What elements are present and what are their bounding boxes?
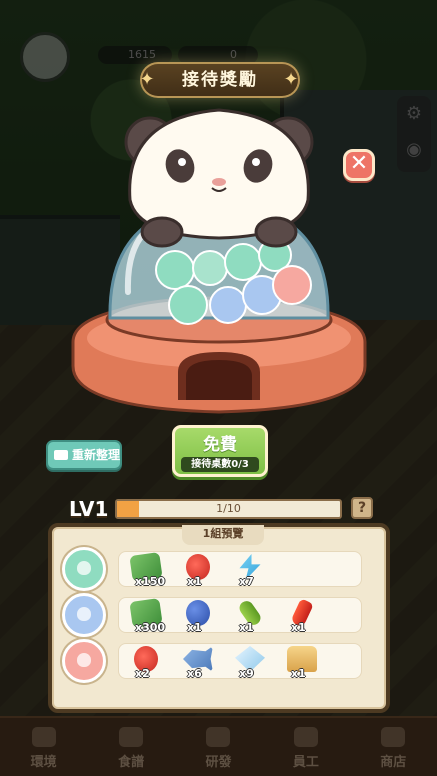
capsule-ball <box>155 250 195 290</box>
research-icon <box>206 727 231 747</box>
reward-item: x6 <box>177 644 225 680</box>
reward-item: x1 <box>177 598 225 634</box>
reward-row: x2 x6 x9 x1 <box>62 639 382 685</box>
tab-label: 食譜 <box>118 755 145 770</box>
level-label: LV1 <box>69 497 109 521</box>
capsule-ball <box>192 250 228 286</box>
question-icon: ? <box>357 500 367 516</box>
reward-quantity: x7 <box>239 575 254 588</box>
bottom-tab-bar: 環境 食譜 研發 員工 商店 <box>0 716 437 776</box>
level-progress-text: 1/10 <box>216 502 241 515</box>
reward-item: x300 <box>125 598 173 634</box>
level-progress-bar: 1/10 <box>115 499 342 519</box>
reward-item-list: x2 x6 x9 x1 <box>118 643 362 680</box>
panda-mascot <box>124 108 314 248</box>
reward-item-list: x300 x1 x1 x1 <box>118 597 362 634</box>
recipe-icon <box>119 727 144 747</box>
free-draw-button[interactable]: 免費 接待桌數0/3 <box>172 425 268 477</box>
free-label: 免費 <box>203 435 237 455</box>
reward-item: x150 <box>125 552 173 588</box>
reward-item: x2 <box>125 644 173 680</box>
capsule-ball <box>168 285 208 325</box>
reward-row: x300 x1 x1 x1 <box>62 593 382 639</box>
machine-slot-inner <box>186 360 252 400</box>
reward-item: x1 <box>229 598 277 634</box>
reward-item: x7 <box>229 552 277 588</box>
reward-quantity: x1 <box>291 621 306 634</box>
video-icon <box>54 450 68 460</box>
reward-quantity: x300 <box>135 621 166 634</box>
capsule-ball <box>272 265 312 305</box>
refresh-label: 重新整理 <box>72 448 121 462</box>
reward-row: x150 x1 x7 <box>62 547 382 593</box>
panel-title: 1組預覽 <box>182 525 264 545</box>
tab-environment[interactable]: 環境 <box>9 725 79 770</box>
shop-icon <box>381 727 406 747</box>
capsule-ball <box>209 286 247 324</box>
reward-quantity: x1 <box>187 575 202 588</box>
tab-staff[interactable]: 員工 <box>271 725 341 770</box>
tab-research[interactable]: 研發 <box>183 725 253 770</box>
tab-label: 員工 <box>292 755 319 770</box>
reward-item: x1 <box>281 598 329 634</box>
reward-item: x1 <box>281 644 329 680</box>
environment-icon <box>31 727 56 747</box>
reward-quantity: x1 <box>187 621 202 634</box>
tab-label: 研發 <box>205 755 232 770</box>
capsule-ball-icon <box>62 593 106 637</box>
reward-quantity: x1 <box>291 667 306 680</box>
reward-quantity: x2 <box>135 667 150 680</box>
tab-label: 環境 <box>30 755 57 770</box>
panda-gacha-machine[interactable] <box>0 0 437 440</box>
reward-preview-panel: 1組預覽 x150 x1 x7 x300 x1 x1 x1 x2 x6 x9 x1 <box>48 523 390 713</box>
capsule-ball-icon <box>62 639 106 683</box>
reward-item: x9 <box>229 644 277 680</box>
reward-quantity: x9 <box>239 667 254 680</box>
help-button[interactable]: ? <box>351 497 373 519</box>
tab-recipes[interactable]: 食譜 <box>96 725 166 770</box>
refresh-button[interactable]: 重新整理 <box>46 440 122 470</box>
reward-item: x1 <box>177 552 225 588</box>
capsule-ball-icon <box>62 547 106 591</box>
reward-quantity: x6 <box>187 667 202 680</box>
tab-shop[interactable]: 商店 <box>358 725 428 770</box>
capsule-ball <box>224 243 262 281</box>
table-count-label: 接待桌數0/3 <box>181 457 259 472</box>
tab-label: 商店 <box>380 755 407 770</box>
reward-quantity: x1 <box>239 621 254 634</box>
staff-icon <box>293 727 318 747</box>
reward-item-list: x150 x1 x7 <box>118 551 362 588</box>
reward-quantity: x150 <box>135 575 166 588</box>
